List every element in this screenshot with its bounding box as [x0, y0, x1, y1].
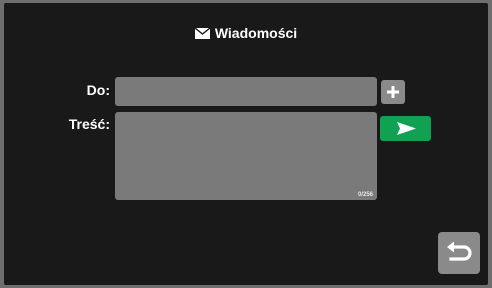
envelope-icon — [194, 28, 210, 39]
char-counter: 0/256 — [357, 192, 373, 198]
send-arrow-icon — [397, 122, 416, 135]
return-arrow-icon — [447, 241, 472, 261]
send-button[interactable] — [380, 116, 431, 141]
recipient-field[interactable] — [115, 77, 377, 106]
add-recipient-button[interactable] — [381, 80, 405, 104]
messages-screen: Wiadomości Do: Treść: 0/256 — [4, 3, 488, 285]
back-button[interactable] — [438, 232, 480, 274]
message-body-field[interactable]: 0/256 — [115, 112, 377, 200]
plus-icon — [387, 86, 399, 98]
page-title-text: Wiadomości — [214, 25, 298, 41]
page-title: Wiadomości — [4, 25, 488, 41]
to-label: Do: — [86, 82, 110, 98]
body-label: Treść: — [68, 116, 110, 132]
